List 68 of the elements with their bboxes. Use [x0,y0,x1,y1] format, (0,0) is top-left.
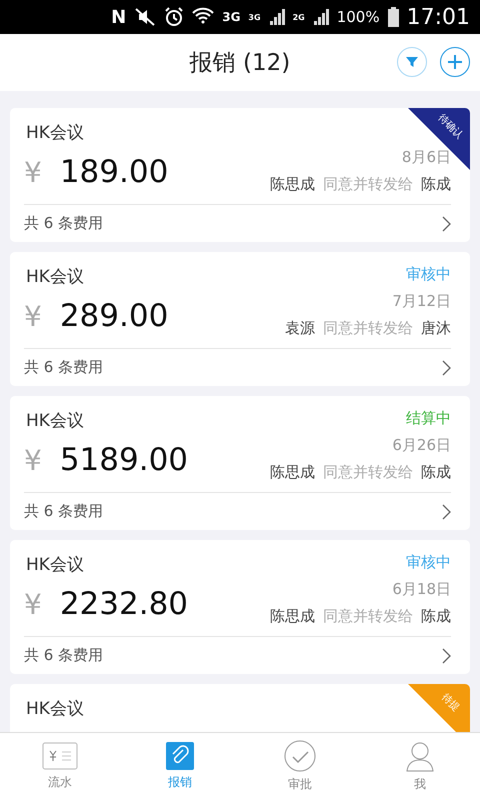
date: 6月18日 [392,580,451,599]
sender-name: 陈思成 [270,463,315,482]
currency-symbol: ¥ [24,300,42,332]
card-title: HK会议 [26,122,84,144]
status-label: 审核中 [406,265,451,285]
card-title: HK会议 [26,554,84,576]
expense-card[interactable]: HK会议 审核中 ¥ 289.00 7月12日 袁源 同意并转发给 唐沐 共 6 条费用 [10,252,470,386]
filter-button[interactable] [397,47,427,77]
sender-name: 陈思成 [270,175,315,194]
clock: 17:01 [406,4,470,30]
status-label: 结算中 [406,409,451,429]
chevron-right-icon [442,648,451,664]
expense-card[interactable]: HK会议 审核中 ¥ 2232.80 6月18日 陈思成 同意并转发给 陈成 共 6 条费用 [10,540,470,674]
recipient-name: 陈成 [421,463,451,482]
plus-icon [447,54,463,70]
expense-card[interactable]: HK会议 结算中 ¥ 5189.00 6月26日 陈思成 同意并转发给 陈成 共 6 条费用 [10,396,470,530]
filter-icon [405,55,419,69]
status-label: 审核中 [406,553,451,573]
action-text: 同意并转发给 [323,319,413,338]
expense-count: 共 6 条费用 [24,502,104,521]
nfc-icon: N [111,6,126,28]
signal-icon [268,8,285,26]
battery-icon [388,7,399,27]
card-title: HK会议 [26,410,84,432]
ledger-icon [42,742,78,770]
action-text: 同意并转发给 [323,175,413,194]
network-type: 2G [292,12,305,22]
chevron-right-icon [442,360,451,376]
card-title: HK会议 [26,698,84,720]
currency-symbol: ¥ [24,444,42,476]
chevron-right-icon [442,504,451,520]
network-type: 3G [248,12,261,22]
recipient-name: 陈成 [421,607,451,626]
signal-icon [312,8,329,26]
amount: 289.00 [60,298,168,334]
recipient-name: 陈成 [421,175,451,194]
status-ribbon: 待提 [408,684,470,732]
action-text: 同意并转发给 [323,607,413,626]
page-title: 报销 (12) [190,49,290,78]
paperclip-icon [166,742,194,770]
expense-card[interactable]: HK会议 待确认 ¥ 189.00 8月6日 陈思成 同意并转发给 陈成 共 6 条费用 [10,108,470,242]
currency-symbol: ¥ [24,588,42,620]
date: 7月12日 [392,292,451,311]
checkmark-icon [284,740,316,772]
network-type: 3G [222,10,240,24]
sender-name: 袁源 [285,319,315,338]
mute-icon [134,8,156,26]
battery-percent: 100% [336,8,380,26]
alarm-icon [164,7,184,27]
tab[interactable]: 审批 [240,733,360,800]
person-icon [405,740,435,772]
expense-count: 共 6 条费用 [24,358,104,377]
expense-card[interactable]: HK会议 待提 [10,684,470,732]
sender-name: 陈思成 [270,607,315,626]
currency-symbol: ¥ [24,156,42,188]
amount: 5189.00 [60,442,188,478]
amount: 2232.80 [60,586,188,622]
tab[interactable]: 流水 [0,733,120,800]
date: 6月26日 [392,436,451,455]
expense-count: 共 6 条费用 [24,646,104,665]
chevron-right-icon [442,216,451,232]
expense-count: 共 6 条费用 [24,214,104,233]
card-title: HK会议 [26,266,84,288]
tab[interactable]: 我 [360,733,480,800]
action-text: 同意并转发给 [323,463,413,482]
add-button[interactable] [440,47,470,77]
recipient-name: 唐沐 [421,319,451,338]
amount: 189.00 [60,154,168,190]
